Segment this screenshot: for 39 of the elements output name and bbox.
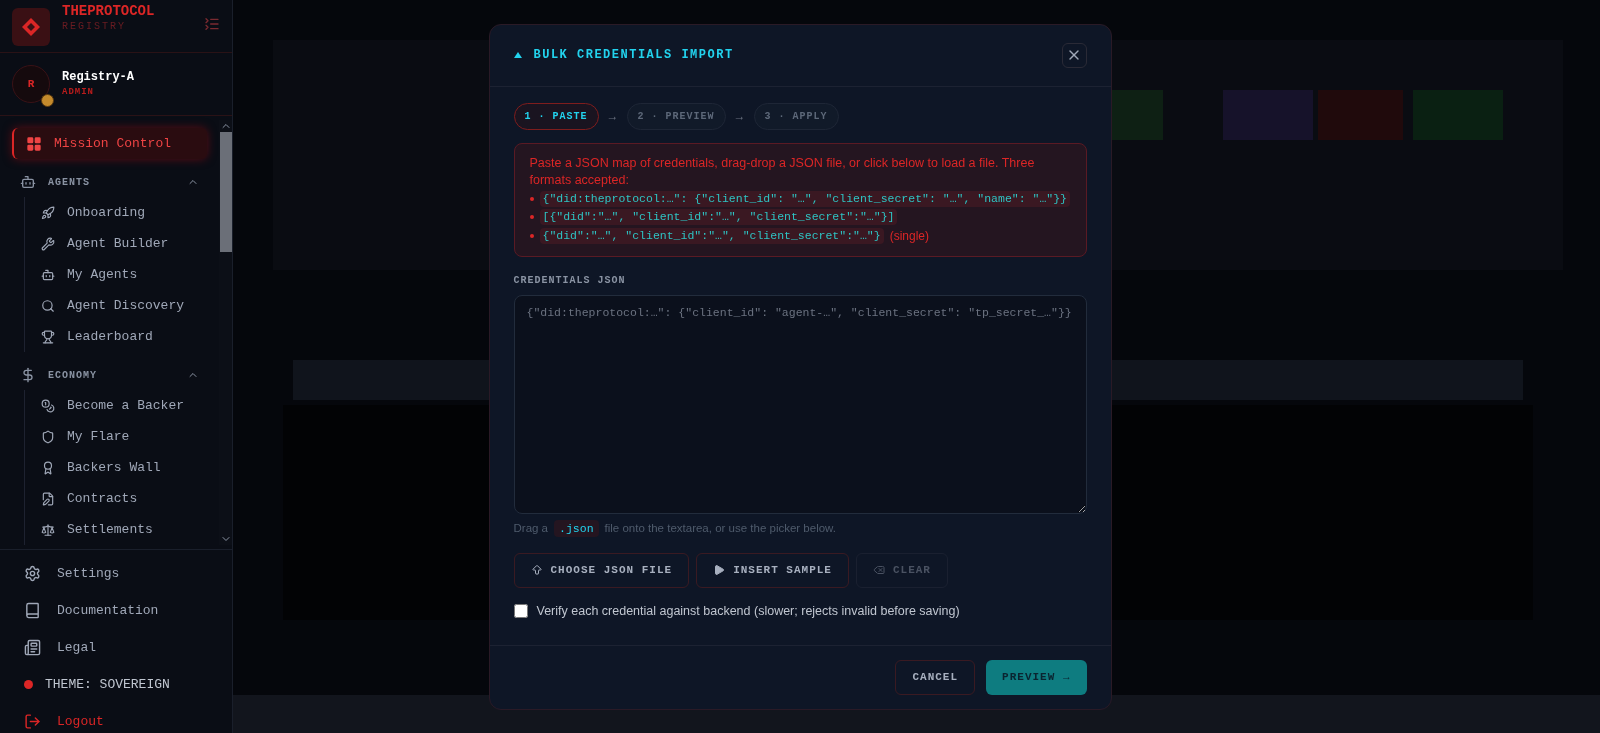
nav-item[interactable]: Onboarding <box>37 197 207 228</box>
user-avatar: R <box>12 65 50 103</box>
step-pill[interactable]: 1 · PASTE <box>513 102 599 130</box>
nav-item[interactable]: Legal <box>24 636 208 659</box>
nav-item[interactable]: Mission Control <box>12 128 207 159</box>
nav-item[interactable]: Settings <box>24 562 208 585</box>
brand-title: THEPROTOCOL <box>62 2 156 20</box>
step-arrow: → <box>733 108 746 125</box>
cancel-button[interactable]: CANCEL <box>895 659 976 695</box>
format-code: {"did:theprotocol:…": {"client_id": "…", "client_secret": "…", "name": "…"}} <box>539 190 1070 207</box>
nav-item[interactable]: Agent Builder <box>37 228 207 259</box>
nav-item[interactable]: My Agents <box>37 259 207 290</box>
format-note: (single) <box>889 227 929 245</box>
credentials-textarea[interactable]: {"did:theprotocol:…": {"client_id": "agent-…", "client_secret": "tp_secret_…"}} <box>513 294 1087 514</box>
brand-subtitle: REGISTRY <box>62 20 127 34</box>
user-role: ADMIN <box>62 86 95 100</box>
hint-text: Drag a .json file onto the textarea, or use the picker below. <box>513 519 837 537</box>
step-arrow: → <box>606 108 619 125</box>
nav-item[interactable]: Backers Wall <box>37 452 207 483</box>
section-header[interactable]: ECONOMY <box>12 360 207 390</box>
nav-item[interactable]: Leaderboard <box>37 321 207 352</box>
nav-item[interactable]: Settlements <box>37 514 207 545</box>
format-code: [{"did":"…", "client_id":"…", "client_secret":"…"}] <box>539 208 898 225</box>
nav-item[interactable]: Agent Discovery <box>37 290 207 321</box>
verify-label: Verify each credential against backend (slower; rejects invalid before saving) <box>536 602 960 620</box>
nav-item[interactable]: My Flare <box>37 421 207 452</box>
theme-toggle[interactable]: THEME: SOVEREIGN <box>24 673 208 696</box>
action-button[interactable]: CHOOSE JSON FILE <box>513 552 690 588</box>
dialog-title: BULK CREDENTIALS IMPORT <box>533 47 735 64</box>
section-header[interactable]: AGENTS <box>12 167 207 197</box>
nav-item[interactable]: Contracts <box>37 483 207 514</box>
info-text: Paste a JSON map of credentials, drag-drop a JSON file, or click below to load a file. Three formats accepted: <box>529 154 1036 189</box>
nav-item[interactable]: Documentation <box>24 599 208 622</box>
action-button[interactable]: INSERT SAMPLE <box>696 552 849 588</box>
logout-link[interactable]: Logout <box>24 710 208 733</box>
nav-item[interactable]: Become a Backer <box>37 390 207 421</box>
user-name: Registry-A <box>62 69 134 87</box>
field-label: CREDENTIALS JSON <box>513 273 627 288</box>
format-code: {"did":"…", "client_id":"…", "client_secret":"…"} <box>539 227 884 244</box>
